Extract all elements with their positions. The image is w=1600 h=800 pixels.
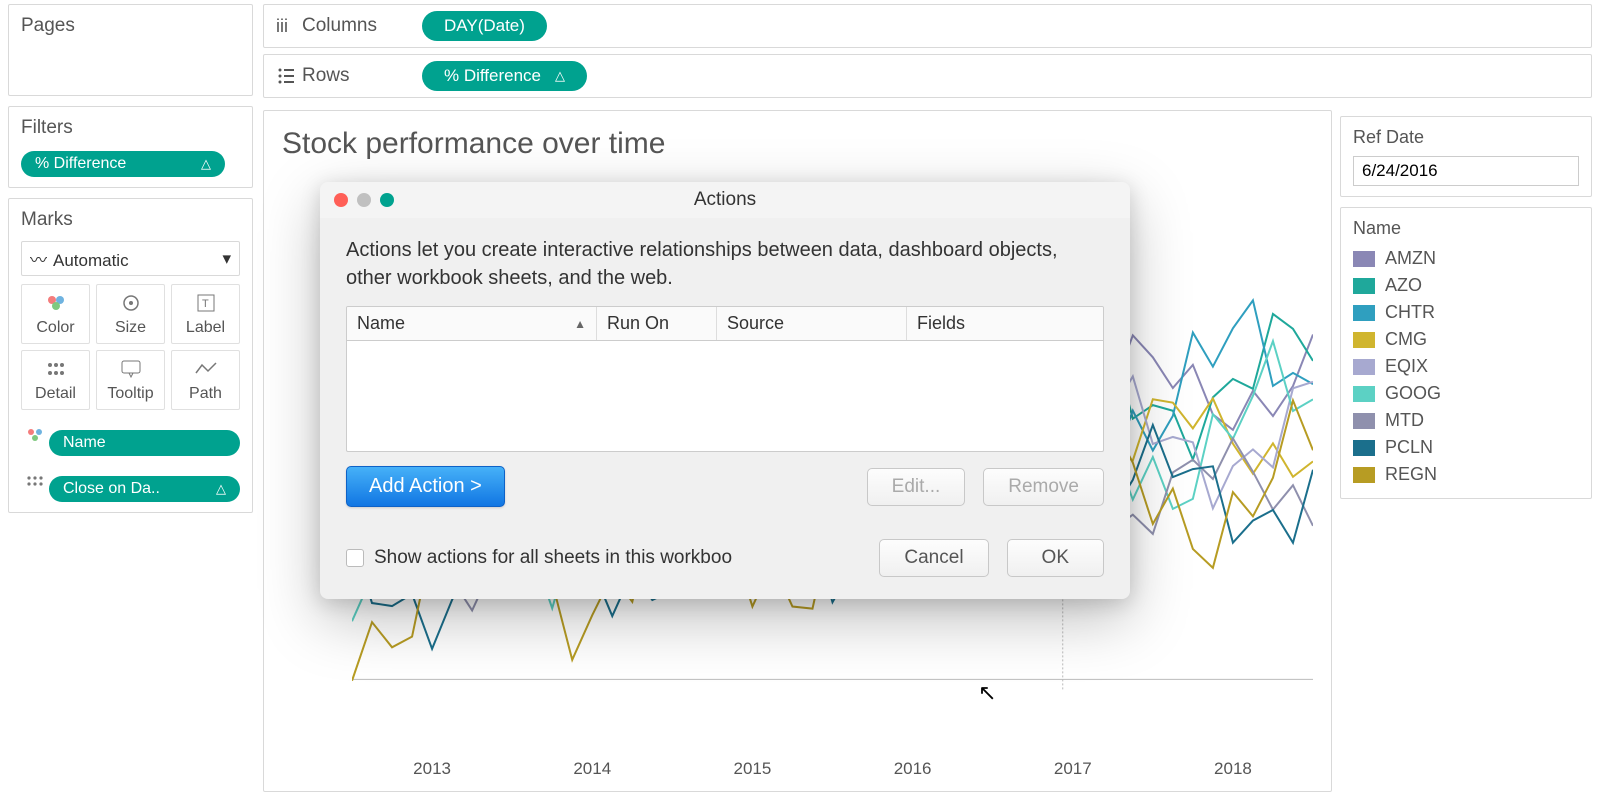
show-all-sheets-checkbox[interactable]	[346, 549, 364, 567]
filter-pill-pct-difference[interactable]: % Difference△	[21, 151, 225, 177]
legend-swatch	[1353, 467, 1375, 483]
path-icon	[174, 357, 237, 381]
chevron-down-icon: ▾	[222, 249, 231, 269]
legend-title: Name	[1353, 218, 1579, 239]
x-axis-ticks: 201320142015201620172018	[352, 759, 1313, 779]
line-mark-icon: 〰	[30, 251, 47, 270]
legend-label: AMZN	[1385, 248, 1436, 269]
show-all-sheets-label: Show actions for all sheets in this work…	[374, 547, 732, 569]
marks-pill-name[interactable]: Name	[49, 430, 240, 456]
rows-shelf[interactable]: Rows % Difference△	[263, 54, 1592, 98]
ok-button[interactable]: OK	[1007, 539, 1104, 577]
rows-label: Rows	[302, 65, 422, 87]
legend-swatch	[1353, 305, 1375, 321]
legend-label: CMG	[1385, 329, 1427, 350]
marks-type-dropdown[interactable]: 〰Automatic ▾	[21, 241, 240, 276]
marks-tooltip-button[interactable]: Tooltip	[96, 350, 165, 410]
legend-label: AZO	[1385, 275, 1422, 296]
rows-pill-pct-difference[interactable]: % Difference△	[422, 61, 587, 91]
legend-swatch	[1353, 251, 1375, 267]
legend-swatch	[1353, 332, 1375, 348]
marks-title: Marks	[21, 209, 240, 231]
marks-label-button[interactable]: T Label	[171, 284, 240, 344]
legend-label: GOOG	[1385, 383, 1441, 404]
legend-label: MTD	[1385, 410, 1424, 431]
actions-table-header[interactable]: Name▲ Run On Source Fields	[347, 307, 1103, 341]
edit-button[interactable]: Edit...	[867, 468, 966, 506]
remove-button[interactable]: Remove	[983, 468, 1104, 506]
size-icon	[99, 291, 162, 315]
pages-title: Pages	[21, 15, 240, 37]
legend-item[interactable]: EQIX	[1353, 353, 1579, 380]
columns-icon: iii	[276, 16, 302, 37]
cancel-button[interactable]: Cancel	[879, 539, 988, 577]
color-icon	[24, 291, 87, 315]
legend-item[interactable]: CMG	[1353, 326, 1579, 353]
legend-item[interactable]: REGN	[1353, 461, 1579, 488]
col-run-on[interactable]: Run On	[597, 307, 717, 340]
table-calc-icon: △	[555, 68, 565, 84]
marks-path-button[interactable]: Path	[171, 350, 240, 410]
detail-icon	[24, 357, 87, 381]
dialog-title: Actions	[320, 189, 1130, 211]
legend-label: REGN	[1385, 464, 1437, 485]
legend-item[interactable]: PCLN	[1353, 434, 1579, 461]
svg-text:T: T	[202, 298, 209, 310]
legend-card: Name AMZN AZO CHTR CMG EQIX GOOG MTD PCLN REGN	[1340, 207, 1592, 499]
columns-label: Columns	[302, 15, 422, 37]
filters-title: Filters	[21, 117, 240, 139]
marks-size-button[interactable]: Size	[96, 284, 165, 344]
chart-title: Stock performance over time	[264, 111, 1331, 161]
marks-color-button[interactable]: Color	[21, 284, 90, 344]
marks-detail-button[interactable]: Detail	[21, 350, 90, 410]
legend-item[interactable]: AZO	[1353, 272, 1579, 299]
table-calc-icon: △	[216, 481, 226, 497]
marks-card: Marks 〰Automatic ▾ Color Size T Label De…	[8, 198, 253, 513]
legend-label: CHTR	[1385, 302, 1435, 323]
legend-label: PCLN	[1385, 437, 1433, 458]
actions-table[interactable]: Name▲ Run On Source Fields	[346, 306, 1104, 452]
add-action-button[interactable]: Add Action >	[346, 466, 505, 507]
actions-table-body[interactable]	[347, 341, 1103, 451]
label-icon: T	[174, 291, 237, 315]
actions-dialog: Actions Actions let you create interacti…	[320, 182, 1130, 599]
sort-asc-icon: ▲	[574, 317, 586, 331]
legend-swatch	[1353, 440, 1375, 456]
color-icon	[21, 428, 49, 447]
legend-item[interactable]: AMZN	[1353, 245, 1579, 272]
dialog-description: Actions let you create interactive relat…	[346, 236, 1104, 292]
filters-card[interactable]: Filters % Difference△	[8, 106, 253, 188]
tooltip-icon	[99, 357, 162, 381]
pages-card[interactable]: Pages	[8, 4, 253, 96]
legend-swatch	[1353, 278, 1375, 294]
legend-swatch	[1353, 359, 1375, 375]
legend-item[interactable]: GOOG	[1353, 380, 1579, 407]
marks-pill-close-on-date[interactable]: Close on Da..△	[49, 476, 240, 502]
columns-shelf[interactable]: iii Columns DAY(Date)	[263, 4, 1592, 48]
rows-icon	[276, 66, 302, 86]
ref-date-input[interactable]: 6/24/2016	[1353, 156, 1579, 186]
legend-label: EQIX	[1385, 356, 1428, 377]
columns-pill-day-date[interactable]: DAY(Date)	[422, 11, 547, 41]
mouse-cursor-icon: ↖	[978, 680, 996, 706]
legend-swatch	[1353, 386, 1375, 402]
ref-date-card: Ref Date 6/24/2016	[1340, 116, 1592, 197]
legend-item[interactable]: MTD	[1353, 407, 1579, 434]
table-calc-icon: △	[201, 156, 211, 172]
col-source[interactable]: Source	[717, 307, 907, 340]
col-name[interactable]: Name▲	[347, 307, 597, 340]
dialog-titlebar[interactable]: Actions	[320, 182, 1130, 218]
detail-icon	[21, 474, 49, 492]
col-fields[interactable]: Fields	[907, 307, 1103, 340]
legend-swatch	[1353, 413, 1375, 429]
legend-item[interactable]: CHTR	[1353, 299, 1579, 326]
ref-date-label: Ref Date	[1353, 127, 1579, 148]
